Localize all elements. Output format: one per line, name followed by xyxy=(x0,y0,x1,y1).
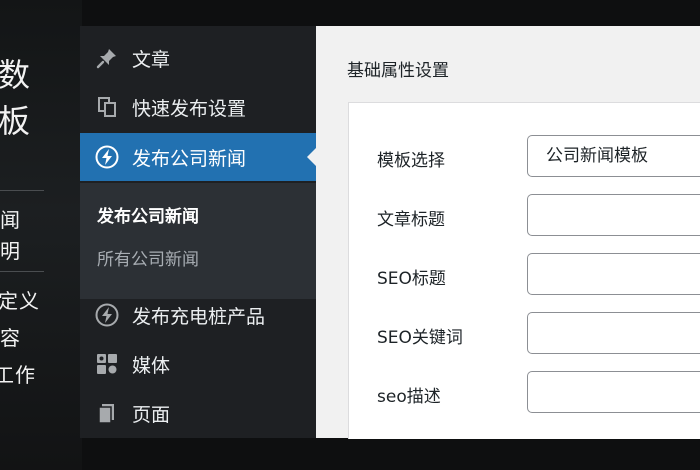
sidebar-item-quick-publish-settings[interactable]: 快速发布设置 xyxy=(80,83,316,131)
seo-description-input[interactable] xyxy=(527,371,700,413)
admin-sidebar: 文章 快速发布设置 发布公司新闻 发布公司新闻 所有公司新闻 发布充电桩产品 媒… xyxy=(80,26,316,438)
pushpin-icon xyxy=(92,43,122,73)
sidebar-item-posts[interactable]: 文章 xyxy=(80,34,316,82)
settings-form: 模板选择 公司新闻模板 文章标题 SEO标题 SEO关键词 seo描述 xyxy=(348,102,700,439)
bolt-icon xyxy=(92,142,122,172)
sidebar-item-label: 快速发布设置 xyxy=(132,97,247,120)
article-title-label: 文章标题 xyxy=(377,210,445,230)
bg-text-fragment: 板 xyxy=(0,102,32,140)
seo-title-label: SEO标题 xyxy=(377,269,446,289)
article-title-input[interactable] xyxy=(527,194,700,236)
bg-text-fragment: 闻 xyxy=(0,208,21,232)
sidebar-item-label: 发布公司新闻 xyxy=(132,147,247,170)
sidebar-item-media[interactable]: 媒体 xyxy=(80,340,316,388)
template-select-label: 模板选择 xyxy=(377,151,445,171)
submenu-item-all-company-news[interactable]: 所有公司新闻 xyxy=(97,245,199,270)
bg-text-fragment: 定义 xyxy=(0,289,40,313)
seo-keywords-label: SEO关键词 xyxy=(377,328,463,348)
bg-text-fragment: 数 xyxy=(0,56,32,94)
seo-keywords-input[interactable] xyxy=(527,312,700,354)
sidebar-item-publish-company-news[interactable]: 发布公司新闻 xyxy=(80,133,316,181)
main-content: 基础属性设置 模板选择 公司新闻模板 文章标题 SEO标题 SEO关键词 seo… xyxy=(316,26,700,439)
bolt-icon xyxy=(92,300,122,330)
sidebar-item-pages[interactable]: 页面 xyxy=(80,389,316,437)
submenu-item-publish-company-news[interactable]: 发布公司新闻 xyxy=(97,202,199,227)
bg-text-fragment: 明 xyxy=(0,239,21,263)
submenu: 发布公司新闻 所有公司新闻 xyxy=(80,183,316,299)
template-select[interactable]: 公司新闻模板 xyxy=(527,135,700,177)
sidebar-item-publish-charger-product[interactable]: 发布充电桩产品 xyxy=(80,291,316,339)
active-indicator xyxy=(307,148,316,166)
divider xyxy=(0,271,44,272)
divider xyxy=(0,190,44,191)
seo-title-input[interactable] xyxy=(527,253,700,295)
media-icon xyxy=(92,349,122,379)
sidebar-item-label: 发布充电桩产品 xyxy=(132,305,266,328)
section-title: 基础属性设置 xyxy=(347,61,449,81)
sidebar-item-label: 媒体 xyxy=(132,354,171,377)
bg-text-fragment: 容 xyxy=(0,326,21,350)
bg-text-fragment: 工作 xyxy=(0,363,36,387)
copy-icon xyxy=(92,92,122,122)
page-icon xyxy=(92,398,122,428)
seo-description-label: seo描述 xyxy=(377,387,441,407)
sidebar-item-label: 页面 xyxy=(132,403,171,426)
sidebar-item-label: 文章 xyxy=(132,48,171,71)
